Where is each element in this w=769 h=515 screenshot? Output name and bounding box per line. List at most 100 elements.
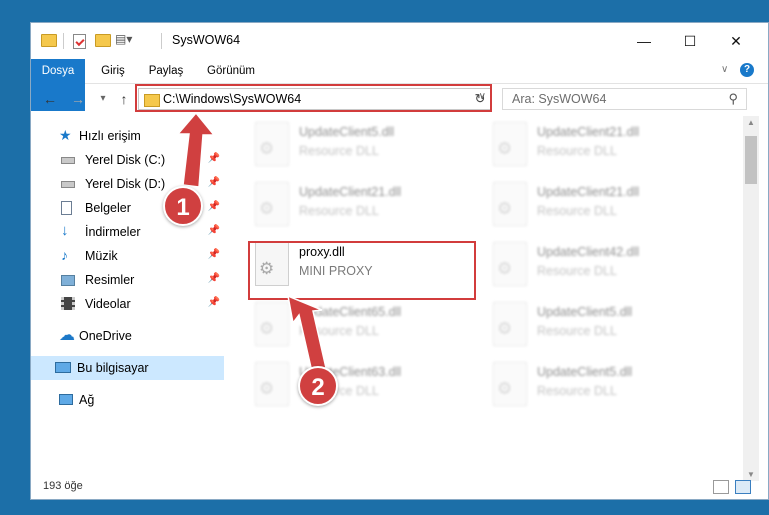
close-button[interactable]: ✕ (713, 23, 759, 59)
pin-icon[interactable]: 📌 (208, 153, 220, 164)
video-icon (61, 297, 75, 310)
minimize-button[interactable]: — (621, 23, 667, 59)
pin-icon[interactable]: 📌 (208, 177, 220, 188)
sidebar-item-network[interactable]: Ağ (31, 388, 224, 412)
tab-view[interactable]: Görünüm (201, 59, 261, 83)
dll-file-icon (493, 182, 527, 226)
title-bar: ▤▾ SysWOW64 — ☐ ✕ (31, 23, 768, 59)
file-description: Resource DLL (537, 204, 617, 218)
search-icon[interactable]: ⚲ (728, 91, 738, 107)
recent-locations-button[interactable]: ▾ (94, 90, 112, 108)
pin-icon[interactable]: 📌 (208, 201, 220, 212)
sidebar-item-pictures[interactable]: Resimler 📌 (31, 268, 224, 292)
divider (63, 33, 64, 49)
item-count: 193 öğe (43, 480, 83, 492)
properties-icon[interactable] (73, 34, 86, 49)
sidebar-item-local-disk-c[interactable]: Yerel Disk (C:) 📌 (31, 148, 224, 172)
file-item[interactable]: UpdateClient5.dll Resource DLL (229, 120, 449, 172)
search-box[interactable]: Ara: SysWOW64 ⚲ (502, 88, 747, 110)
scrollbar-thumb[interactable] (745, 136, 757, 184)
pin-icon[interactable]: 📌 (208, 273, 220, 284)
details-view-icon[interactable] (713, 480, 729, 494)
pin-icon[interactable]: 📌 (208, 297, 220, 308)
up-button[interactable]: ↑ (115, 90, 133, 108)
tiles-view-icon[interactable] (735, 480, 751, 494)
folder-icon (41, 34, 57, 47)
tab-share[interactable]: Paylaş (141, 59, 191, 83)
back-button[interactable]: ← (41, 90, 59, 108)
chevron-down-icon[interactable]: ∨ (721, 64, 728, 75)
file-name: UpdateClient5.dll (299, 125, 395, 139)
file-description: Resource DLL (299, 324, 379, 338)
drive-icon (61, 157, 75, 164)
sidebar-item-label: Hızlı erişim (79, 129, 141, 143)
dll-file-icon (255, 302, 289, 346)
star-icon: ★ (59, 127, 72, 143)
file-item[interactable]: UpdateClient63.dll Resource DLL (229, 360, 449, 412)
sidebar-item-label: İndirmeler (85, 225, 141, 239)
vertical-scrollbar[interactable]: ▲ ▼ (743, 116, 759, 481)
pin-icon[interactable]: 📌 (208, 225, 220, 236)
maximize-button[interactable]: ☐ (667, 23, 713, 59)
forward-button[interactable]: → (69, 90, 87, 108)
file-item[interactable]: UpdateClient65.dll Resource DLL (229, 300, 449, 352)
navigation-pane: ★ Hızlı erişim Yerel Disk (C:) 📌 Yerel D… (31, 116, 227, 481)
search-input[interactable]: Ara: SysWOW64 (512, 92, 606, 106)
file-name: UpdateClient21.dll (537, 185, 640, 199)
sidebar-item-onedrive[interactable]: ☁ OneDrive (31, 324, 224, 348)
file-item[interactable]: UpdateClient21.dll Resource DLL (229, 180, 449, 232)
file-name: UpdateClient21.dll (537, 125, 640, 139)
file-item[interactable]: UpdateClient5.dll Resource DLL (467, 300, 687, 352)
step-badge-1: 1 (163, 186, 203, 226)
customize-toolbar-icon[interactable]: ▤▾ (115, 32, 132, 48)
sidebar-item-label: Resimler (85, 273, 135, 287)
sidebar-item-videos[interactable]: Videolar 📌 (31, 292, 224, 316)
file-item[interactable]: UpdateClient21.dll Resource DLL (467, 180, 687, 232)
help-icon[interactable]: ? (740, 63, 754, 77)
network-icon (59, 394, 73, 405)
computer-icon (55, 362, 71, 373)
divider (161, 33, 162, 49)
sidebar-item-downloads[interactable]: ↓ İndirmeler 📌 (31, 220, 224, 244)
document-icon (61, 201, 72, 215)
sidebar-item-label: Yerel Disk (D:) (85, 177, 166, 191)
file-name: UpdateClient65.dll (299, 305, 402, 319)
file-description: Resource DLL (537, 264, 617, 278)
sidebar-item-label: Yerel Disk (C:) (85, 153, 166, 167)
sidebar-item-label: Ağ (79, 393, 95, 407)
new-folder-icon[interactable] (95, 34, 111, 47)
tab-home[interactable]: Giriş (93, 59, 133, 83)
file-description: Resource DLL (537, 324, 617, 338)
sidebar-item-label: Müzik (85, 249, 118, 263)
dll-file-icon (255, 362, 289, 406)
file-description: Resource DLL (537, 144, 617, 158)
file-description: Resource DLL (299, 144, 379, 158)
drive-icon (61, 181, 75, 188)
sidebar-item-quick-access[interactable]: ★ Hızlı erişim (31, 124, 224, 148)
file-item[interactable]: UpdateClient21.dll Resource DLL (467, 120, 687, 172)
sidebar-item-label: OneDrive (79, 329, 132, 343)
file-description: Resource DLL (537, 384, 617, 398)
status-bar: 193 öğe (31, 475, 768, 499)
sidebar-item-this-pc[interactable]: Bu bilgisayar (31, 356, 224, 380)
download-icon: ↓ (61, 222, 69, 239)
step-badge-2: 2 (298, 366, 338, 406)
dll-file-icon (493, 122, 527, 166)
sidebar-item-label: Bu bilgisayar (77, 361, 149, 375)
file-item[interactable]: UpdateClient5.dll Resource DLL (467, 360, 687, 412)
sidebar-item-label: Belgeler (85, 201, 131, 215)
file-name: UpdateClient21.dll (299, 185, 402, 199)
dll-file-icon (493, 362, 527, 406)
window-title: SysWOW64 (172, 33, 241, 47)
scroll-up-icon[interactable]: ▲ (743, 118, 759, 127)
sidebar-item-music[interactable]: ♪ Müzik 📌 (31, 244, 224, 268)
dll-file-icon (255, 182, 289, 226)
pin-icon[interactable]: 📌 (208, 249, 220, 260)
file-highlight-box (248, 241, 476, 300)
sidebar-item-label: Videolar (85, 297, 131, 311)
file-item[interactable]: UpdateClient42.dll Resource DLL (467, 240, 687, 292)
dll-file-icon (255, 122, 289, 166)
cloud-icon: ☁ (59, 327, 75, 344)
file-name: UpdateClient42.dll (537, 245, 640, 259)
dll-file-icon (493, 302, 527, 346)
